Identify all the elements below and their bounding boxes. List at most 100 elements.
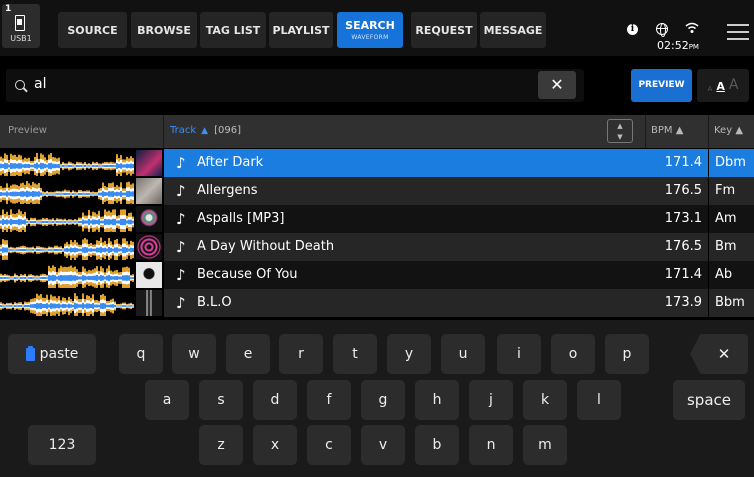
waveform-preview[interactable] (0, 206, 134, 232)
info-icon[interactable]: i (627, 24, 638, 35)
waveform-preview[interactable] (0, 234, 134, 260)
paste-button[interactable]: paste (8, 334, 96, 374)
key-u[interactable]: u (441, 334, 485, 374)
track-title: Because Of You (197, 267, 298, 282)
table-row[interactable]: ♪ Aspalls [MP3] 173.1 Am (0, 205, 754, 233)
key-z[interactable]: z (199, 425, 243, 465)
key-f[interactable]: f (307, 380, 351, 420)
waveform-graphic (0, 153, 134, 176)
usb-slot-number: 1 (5, 4, 12, 14)
column-divider (645, 115, 646, 148)
column-header-preview: Preview (8, 125, 47, 136)
track-bpm: 176.5 (646, 233, 708, 261)
album-art (136, 206, 162, 232)
table-row[interactable]: ♪ After Dark 171.4 Dbm (0, 149, 754, 177)
music-note-icon: ♪ (176, 182, 186, 200)
waveform-preview[interactable] (0, 178, 134, 204)
column-header-bpm[interactable]: BPM ▲ (651, 125, 683, 136)
preview-button[interactable]: PREVIEW (631, 69, 692, 102)
album-art (136, 178, 162, 204)
usb-device-button[interactable]: 1 USB1 (2, 4, 40, 48)
sort-toggle-button[interactable]: ▲ ▼ (607, 119, 633, 143)
search-input[interactable] (6, 69, 584, 102)
tab-sublabel: WAVEFORM (351, 34, 389, 41)
key-d[interactable]: d (253, 380, 297, 420)
usb-label: USB1 (10, 34, 32, 43)
track-bpm: 171.4 (646, 149, 708, 177)
music-note-icon: ♪ (176, 238, 186, 256)
track-key: Ab (709, 261, 754, 289)
numbers-button[interactable]: 123 (28, 425, 96, 465)
key-v[interactable]: v (361, 425, 405, 465)
table-row[interactable]: ♪ Allergens 176.5 Fm (0, 177, 754, 205)
waveform-graphic (0, 181, 134, 204)
key-y[interactable]: y (387, 334, 431, 374)
key-j[interactable]: j (469, 380, 513, 420)
key-n[interactable]: n (469, 425, 513, 465)
key-x[interactable]: x (253, 425, 297, 465)
key-m[interactable]: m (523, 425, 567, 465)
key-h[interactable]: h (415, 380, 459, 420)
backspace-button[interactable]: ✕ (690, 334, 748, 374)
paste-label: paste (39, 346, 79, 362)
font-size-small: A (707, 85, 713, 93)
key-q[interactable]: q (119, 334, 163, 374)
key-e[interactable]: e (226, 334, 270, 374)
key-g[interactable]: g (361, 380, 405, 420)
clipboard-icon (25, 345, 35, 361)
key-l[interactable]: l (577, 380, 621, 420)
tab-playlist[interactable]: PLAYLIST (269, 12, 333, 48)
space-button[interactable]: space (673, 380, 745, 420)
album-art (136, 262, 162, 288)
music-note-icon: ♪ (176, 210, 186, 228)
tab-tag-list[interactable]: TAG LIST (200, 12, 266, 48)
font-size-large: A (728, 77, 739, 93)
track-bpm: 176.5 (646, 177, 708, 205)
tab-label: REQUEST (415, 23, 473, 37)
tab-browse[interactable]: BROWSE (131, 12, 197, 48)
clock-ampm: PM (688, 43, 699, 51)
waveform-preview[interactable] (0, 262, 134, 288)
font-size-button[interactable]: A A A (697, 69, 749, 102)
key-a[interactable]: a (145, 380, 189, 420)
wifi-icon (685, 22, 699, 33)
key-r[interactable]: r (279, 334, 323, 374)
tab-label: PLAYLIST (272, 23, 330, 37)
track-bpm: 173.9 (646, 289, 708, 317)
font-size-medium: A (716, 80, 725, 93)
waveform-preview[interactable] (0, 150, 134, 176)
table-header (0, 115, 754, 148)
tab-search[interactable]: SEARCH WAVEFORM (337, 12, 403, 48)
search-icon (15, 80, 25, 90)
tab-request[interactable]: REQUEST (411, 12, 477, 48)
key-b[interactable]: b (415, 425, 459, 465)
waveform-graphic (0, 293, 134, 316)
key-c[interactable]: c (307, 425, 351, 465)
track-info: ♪ B.L.O (164, 289, 646, 317)
tab-message[interactable]: MESSAGE (480, 12, 546, 48)
key-o[interactable]: o (551, 334, 595, 374)
search-query: al (34, 76, 47, 92)
track-key: Dbm (709, 149, 754, 177)
clear-search-button[interactable]: ✕ (538, 71, 576, 99)
track-title: Allergens (197, 183, 258, 198)
key-header-label: Key (714, 125, 733, 136)
track-key: Am (709, 205, 754, 233)
track-info: ♪ Allergens (164, 177, 646, 205)
menu-icon[interactable] (727, 24, 749, 40)
key-p[interactable]: p (605, 334, 649, 374)
key-k[interactable]: k (523, 380, 567, 420)
track-info: ♪ Aspalls [MP3] (164, 205, 646, 233)
table-row[interactable]: ♪ A Day Without Death 176.5 Bm (0, 233, 754, 261)
key-w[interactable]: w (172, 334, 216, 374)
tab-source[interactable]: SOURCE (58, 12, 127, 48)
key-i[interactable]: i (497, 334, 541, 374)
track-title: B.L.O (197, 295, 232, 310)
table-row[interactable]: ♪ B.L.O 173.9 Bbm (0, 289, 754, 317)
waveform-preview[interactable] (0, 290, 134, 316)
table-row[interactable]: ♪ Because Of You 171.4 Ab (0, 261, 754, 289)
key-t[interactable]: t (333, 334, 377, 374)
key-s[interactable]: s (199, 380, 243, 420)
column-header-track[interactable]: Track ▲ [096] (170, 125, 241, 136)
column-header-key[interactable]: Key ▲ (714, 125, 743, 136)
